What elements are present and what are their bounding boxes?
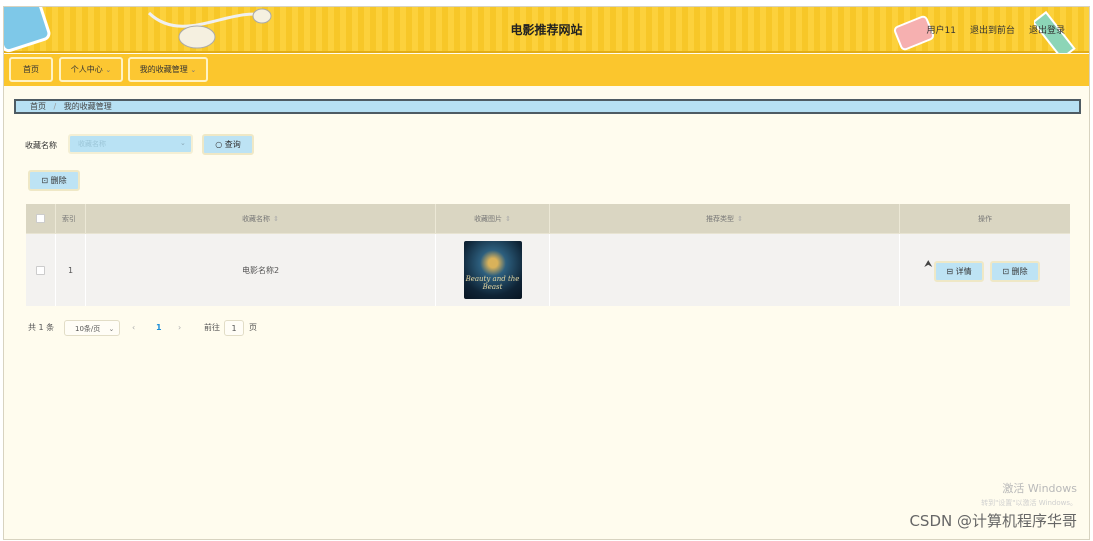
page-size-select[interactable]: 10条/页 ⌄ [64, 320, 120, 336]
row-name-cell: 电影名称2 [86, 234, 436, 306]
delete-icon: ⊡ [41, 176, 49, 185]
nav-item-personal-center[interactable]: 个人中心 ⌄ [59, 57, 123, 82]
search-label: 收藏名称 [25, 141, 57, 150]
pagination-total: 共 1 条 [28, 323, 55, 332]
row-checkbox[interactable] [36, 265, 45, 275]
goto-page-input[interactable]: 1 [224, 320, 244, 336]
table-header: 索引 收藏名称 ⇕ 收藏图片 ⇕ 推荐类型 ⇕ 操作 [26, 204, 1070, 234]
chevron-down-icon: ⌄ [190, 66, 197, 74]
exit-to-console-link[interactable]: 退出到前台 [970, 23, 1015, 36]
header-name[interactable]: 收藏名称 ⇕ [86, 204, 436, 233]
row-recommend-type-cell [550, 234, 900, 306]
breadcrumb-home[interactable]: 首页 [30, 102, 46, 111]
search-button-label: 查询 [224, 140, 241, 149]
app-frame: 电影推荐网站 用户11 退出到前台 退出登录 首页 个人中心 ⌄ 我的收藏管理 … [3, 6, 1090, 540]
page-size-value: 10条/页 [75, 325, 101, 333]
row-image-cell: Beauty and the Beast [436, 234, 550, 306]
table-row: 1 电影名称2 Beauty and the Beast ⮝ ⊟ 详情 ⊡ 删除 [26, 234, 1070, 306]
breadcrumb-current: 我的收藏管理 [63, 102, 112, 111]
search-button[interactable]: ○ 查询 [202, 134, 254, 155]
row-name: 电影名称2 [241, 265, 280, 275]
row-index-cell: 1 [56, 234, 86, 306]
prev-page-button[interactable]: ‹ [132, 320, 135, 336]
mouse-cursor-icon: ⮝ [924, 259, 933, 270]
nav-item-home[interactable]: 首页 [9, 57, 53, 82]
header-actions: 操作 [900, 204, 1070, 233]
detail-button[interactable]: ⊟ 详情 [934, 261, 984, 282]
logout-link[interactable]: 退出登录 [1029, 23, 1065, 36]
column-header-actions: 操作 [978, 214, 992, 223]
column-header-name: 收藏名称 [242, 214, 271, 223]
header-bar: 电影推荐网站 用户11 退出到前台 退出登录 [4, 7, 1089, 53]
sort-icon: ⇕ [273, 214, 279, 223]
batch-delete-label: 删除 [50, 176, 67, 185]
nav-item-label: 个人中心 [70, 65, 103, 74]
input-clear-icon: ⌄ [180, 139, 186, 147]
column-header-index: 索引 [62, 214, 76, 223]
row-select-cell [26, 234, 56, 306]
nav-item-label: 我的收藏管理 [139, 65, 188, 74]
row-index: 1 [68, 265, 74, 275]
activate-windows-subtext: 转到"设置"以激活 Windows。 [981, 499, 1077, 507]
header-image[interactable]: 收藏图片 ⇕ [436, 204, 550, 233]
breadcrumb: 首页 / 我的收藏管理 [14, 99, 1081, 114]
favorites-table: 索引 收藏名称 ⇕ 收藏图片 ⇕ 推荐类型 ⇕ 操作 1 电影名称2 Beaut… [26, 204, 1070, 306]
delete-icon: ⊡ [1002, 267, 1010, 276]
csdn-watermark: CSDN @计算机程序华哥 [909, 512, 1077, 530]
user-label: 用户11 [926, 26, 956, 36]
batch-delete-button[interactable]: ⊡ 删除 [28, 170, 80, 191]
chevron-down-icon: ⌄ [105, 66, 112, 74]
next-page-button[interactable]: › [178, 320, 181, 336]
nav-item-favorites[interactable]: 我的收藏管理 ⌄ [128, 57, 208, 82]
header-recommend-type[interactable]: 推荐类型 ⇕ [550, 204, 900, 233]
goto-label: 前往 [204, 323, 220, 332]
column-header-image: 收藏图片 [474, 214, 503, 223]
breadcrumb-separator: / [53, 102, 57, 111]
column-header-recommend-type: 推荐类型 [706, 214, 735, 223]
search-icon: ○ [215, 140, 223, 149]
chevron-down-icon: ⌄ [108, 325, 115, 333]
header-links: 用户11 退出到前台 退出登录 [927, 23, 1065, 36]
current-page[interactable]: 1 [156, 320, 162, 336]
select-all-checkbox[interactable] [36, 214, 45, 223]
poster-title: Beauty and the Beast [465, 275, 520, 291]
movie-poster-image[interactable]: Beauty and the Beast [463, 241, 522, 299]
nav-bar: 首页 个人中心 ⌄ 我的收藏管理 ⌄ [4, 54, 1089, 86]
activate-windows-text: 激活 Windows [1002, 482, 1077, 495]
row-actions-cell: ⮝ [900, 234, 1070, 306]
row-delete-label: 删除 [1011, 267, 1028, 276]
detail-button-label: 详情 [955, 267, 972, 276]
nav-item-label: 首页 [23, 65, 39, 74]
sort-icon: ⇕ [505, 214, 511, 223]
sort-icon: ⇕ [737, 214, 743, 223]
page-unit: 页 [249, 323, 257, 332]
row-delete-button[interactable]: ⊡ 删除 [990, 261, 1040, 282]
header-index: 索引 [56, 204, 86, 233]
header-select-cell [26, 204, 56, 233]
search-input[interactable] [68, 134, 193, 154]
detail-icon: ⊟ [946, 267, 954, 276]
watermark: 激活 Windows 转到"设置"以激活 Windows。 CSDN @计算机程… [909, 480, 1077, 531]
